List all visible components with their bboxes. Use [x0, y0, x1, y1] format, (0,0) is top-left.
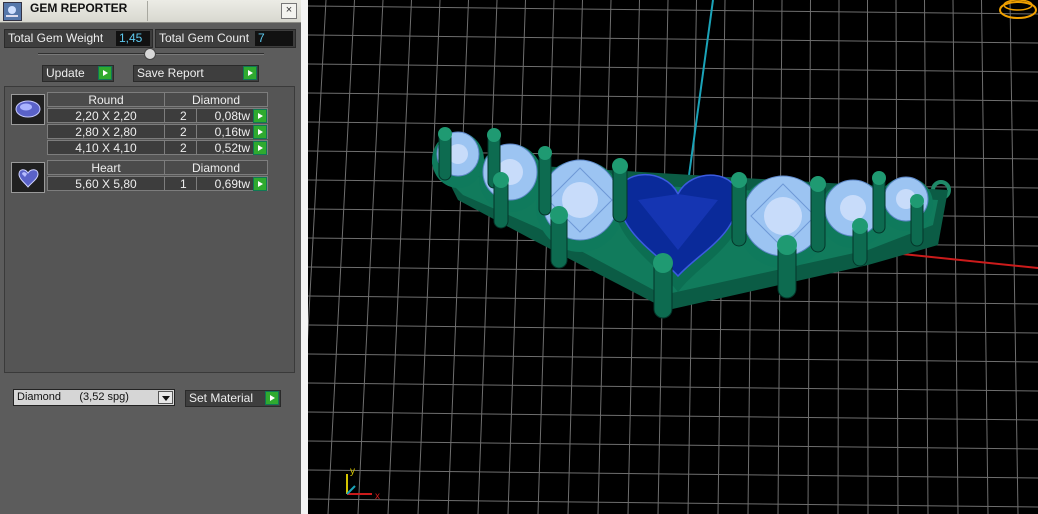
x-axis-line	[882, 251, 1038, 269]
total-gem-count-label: Total Gem Count	[159, 31, 250, 45]
gem-weight-cell: 0,16tw	[196, 124, 268, 139]
material-dropdown[interactable]: Diamond (3,52 spg)	[13, 389, 175, 406]
select-gem-button[interactable]	[253, 177, 267, 191]
panel-splitter-handle[interactable]	[144, 48, 156, 60]
total-gem-weight-label: Total Gem Weight	[8, 31, 104, 45]
title-bar: GEM REPORTER ×	[0, 0, 301, 23]
view-rotation-icon[interactable]	[999, 0, 1037, 19]
play-icon	[265, 391, 279, 405]
chevron-down-icon[interactable]	[158, 391, 173, 404]
update-button-label: Update	[46, 66, 85, 80]
gem-qty-cell: 2	[164, 108, 197, 123]
viewport-scene: y x	[308, 0, 1038, 514]
heart-gem-icon	[18, 169, 39, 188]
total-gem-count-value: 7	[255, 31, 293, 46]
gem-weight-cell: 0,08tw	[196, 108, 268, 123]
window-title: GEM REPORTER	[30, 1, 128, 15]
total-gem-count: Total Gem Count 7	[155, 29, 296, 48]
round-gem-icon	[15, 100, 41, 118]
gem-size-cell: 5,60 X 5,80	[47, 176, 165, 191]
play-icon	[98, 66, 112, 80]
total-gem-weight-value: 1,45	[116, 31, 150, 46]
gem-weight-value: 0,08tw	[214, 109, 250, 123]
heart-gem-thumbnail[interactable]	[11, 162, 45, 193]
gem-weight-value: 0,16tw	[214, 125, 250, 139]
axis-gizmo: y x	[346, 466, 380, 502]
select-gem-button[interactable]	[253, 109, 267, 123]
gem-qty-cell: 2	[164, 124, 197, 139]
save-report-button-label: Save Report	[137, 66, 204, 80]
gizmo-y-label: y	[350, 466, 355, 477]
gem-reporter-panel: GEM REPORTER × Total Gem Weight 1,45 Tot…	[0, 0, 301, 514]
gem-weight-value: 0,69tw	[214, 177, 250, 191]
gem-qty-cell: 2	[164, 140, 197, 155]
gem-weight-cell: 0,52tw	[196, 140, 268, 155]
gizmo-x-label: x	[375, 491, 380, 502]
total-gem-weight: Total Gem Weight 1,45	[4, 29, 153, 48]
gem-list: Round Diamond 2,20 X 2,20 2 0,08tw 2,80 …	[4, 86, 295, 373]
gem-reporter-app-icon	[3, 2, 22, 21]
panel-divider[interactable]	[301, 0, 308, 514]
material-dropdown-value: Diamond (3,52 spg)	[17, 391, 129, 403]
gem-size-cell: 2,80 X 2,80	[47, 124, 165, 139]
gem-weight-value: 0,52tw	[214, 141, 250, 155]
gem-size-cell: 4,10 X 4,10	[47, 140, 165, 155]
select-gem-button[interactable]	[253, 141, 267, 155]
gem-size-cell: 2,20 X 2,20	[47, 108, 165, 123]
select-gem-button[interactable]	[253, 125, 267, 139]
set-material-button-label: Set Material	[189, 391, 254, 405]
group-shape-header: Heart	[47, 160, 165, 175]
group-material-header: Diamond	[164, 160, 268, 175]
update-button[interactable]: Update	[42, 65, 114, 82]
close-icon[interactable]: ×	[281, 3, 297, 19]
gem-weight-cell: 0,69tw	[196, 176, 268, 191]
round-gem-thumbnail[interactable]	[11, 94, 45, 125]
gem-qty-cell: 1	[164, 176, 197, 191]
save-report-button[interactable]: Save Report	[133, 65, 259, 82]
group-shape-header: Round	[47, 92, 165, 107]
3d-viewport[interactable]: y x	[308, 0, 1038, 514]
play-icon	[243, 66, 257, 80]
title-separator	[147, 1, 148, 21]
group-material-header: Diamond	[164, 92, 268, 107]
y-axis-line	[686, 0, 714, 191]
set-material-button[interactable]: Set Material	[185, 390, 281, 407]
